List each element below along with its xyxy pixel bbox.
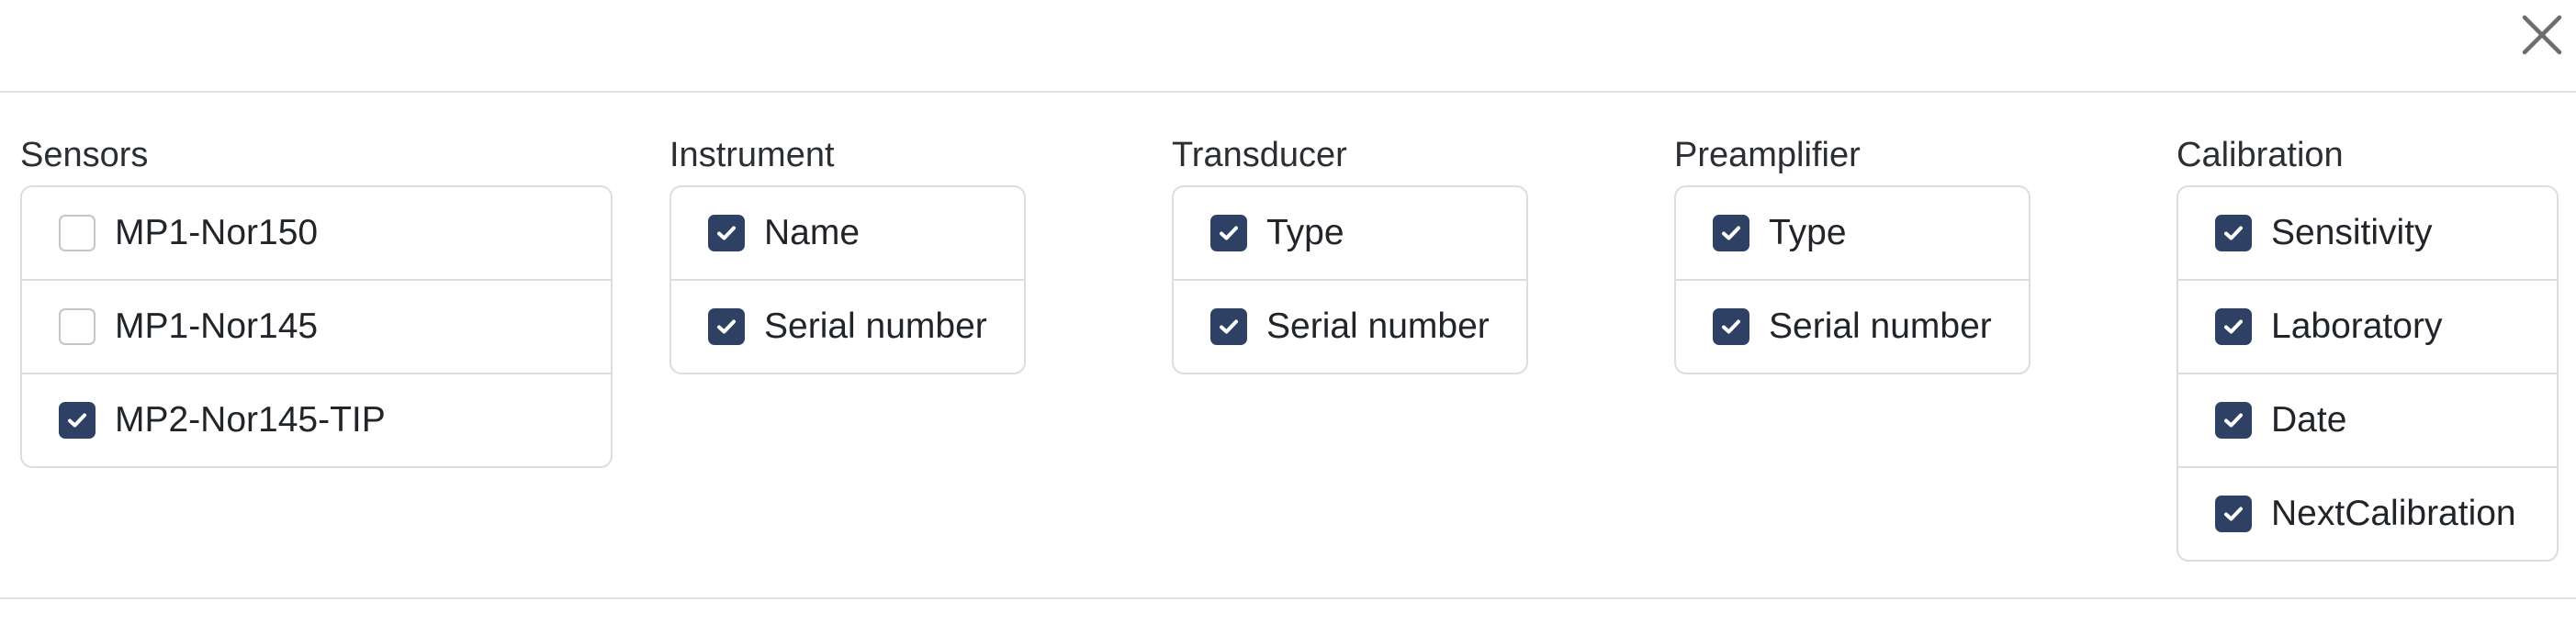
list-item[interactable]: Type [1174,187,1526,279]
calibration-list: Sensitivity Laboratory Date NextCalibrat… [2177,185,2559,562]
checkbox[interactable] [1210,308,1247,345]
list-item[interactable]: Serial number [1676,279,2029,373]
check-icon [2224,507,2243,521]
check-icon [717,319,736,334]
list-item[interactable]: Date [2178,373,2557,466]
item-label: Type [1266,213,1344,252]
checkbox[interactable] [708,308,745,345]
preamplifier-list: Type Serial number [1674,185,2030,374]
column-selection-body: Sensors MP1-Nor150 MP1-Nor145 MP2-Nor145… [0,93,2576,597]
check-icon [1220,226,1238,240]
list-item[interactable]: MP2-Nor145-TIP [22,373,611,466]
list-item[interactable]: Serial number [671,279,1024,373]
checkbox[interactable] [59,215,96,251]
list-item[interactable]: MP1-Nor145 [22,279,611,373]
item-label: Serial number [1769,306,1992,346]
transducer-list: Type Serial number [1172,185,1528,374]
modal-header [0,0,2576,93]
list-item[interactable]: Name [671,187,1024,279]
close-button[interactable] [2518,11,2566,59]
group-title: Preamplifier [1674,136,1861,174]
footer-divider [0,597,2576,599]
checkbox[interactable] [2215,402,2252,439]
item-label: NextCalibration [2271,494,2516,533]
checkbox[interactable] [1210,215,1247,251]
check-icon [2224,319,2243,334]
list-item[interactable]: Serial number [1174,279,1526,373]
checkbox[interactable] [2215,215,2252,251]
checkbox[interactable] [59,402,96,439]
item-label: Name [764,213,861,252]
check-icon [2224,413,2243,428]
checkbox[interactable] [1713,215,1749,251]
item-label: Type [1769,213,1847,252]
instrument-list: Name Serial number [669,185,1026,374]
close-icon [2522,15,2562,55]
check-icon [1722,319,1740,334]
item-label: Date [2271,400,2347,440]
item-label: Serial number [764,306,987,346]
group-transducer: Transducer Type Serial number [1172,135,1528,374]
checkbox[interactable] [2215,308,2252,345]
checkbox[interactable] [59,308,96,345]
item-label: Sensitivity [2271,213,2433,252]
list-item[interactable]: NextCalibration [2178,466,2557,560]
list-item[interactable]: Type [1676,187,2029,279]
list-item[interactable]: Laboratory [2178,279,2557,373]
check-icon [2224,226,2243,240]
group-title: Calibration [2177,136,2344,174]
item-label: MP1-Nor150 [115,213,319,252]
group-preamplifier: Preamplifier Type Serial number [1674,135,2030,374]
item-label: Serial number [1266,306,1490,346]
group-instrument: Instrument Name Serial number [669,135,1026,374]
list-item[interactable]: Sensitivity [2178,187,2557,279]
checkbox[interactable] [708,215,745,251]
item-label: Laboratory [2271,306,2443,346]
list-item[interactable]: MP1-Nor150 [22,187,611,279]
group-sensors: Sensors MP1-Nor150 MP1-Nor145 MP2-Nor145… [20,135,613,468]
group-title: Transducer [1172,136,1347,174]
item-label: MP2-Nor145-TIP [115,400,386,440]
check-icon [1220,319,1238,334]
group-title: Instrument [669,136,835,174]
item-label: MP1-Nor145 [115,306,319,346]
checkbox[interactable] [2215,496,2252,532]
check-icon [1722,226,1740,240]
check-icon [717,226,736,240]
sensors-list: MP1-Nor150 MP1-Nor145 MP2-Nor145-TIP [20,185,613,468]
check-icon [68,413,86,428]
group-calibration: Calibration Sensitivity Laboratory Date … [2177,135,2559,562]
group-title: Sensors [20,136,149,174]
checkbox[interactable] [1713,308,1749,345]
